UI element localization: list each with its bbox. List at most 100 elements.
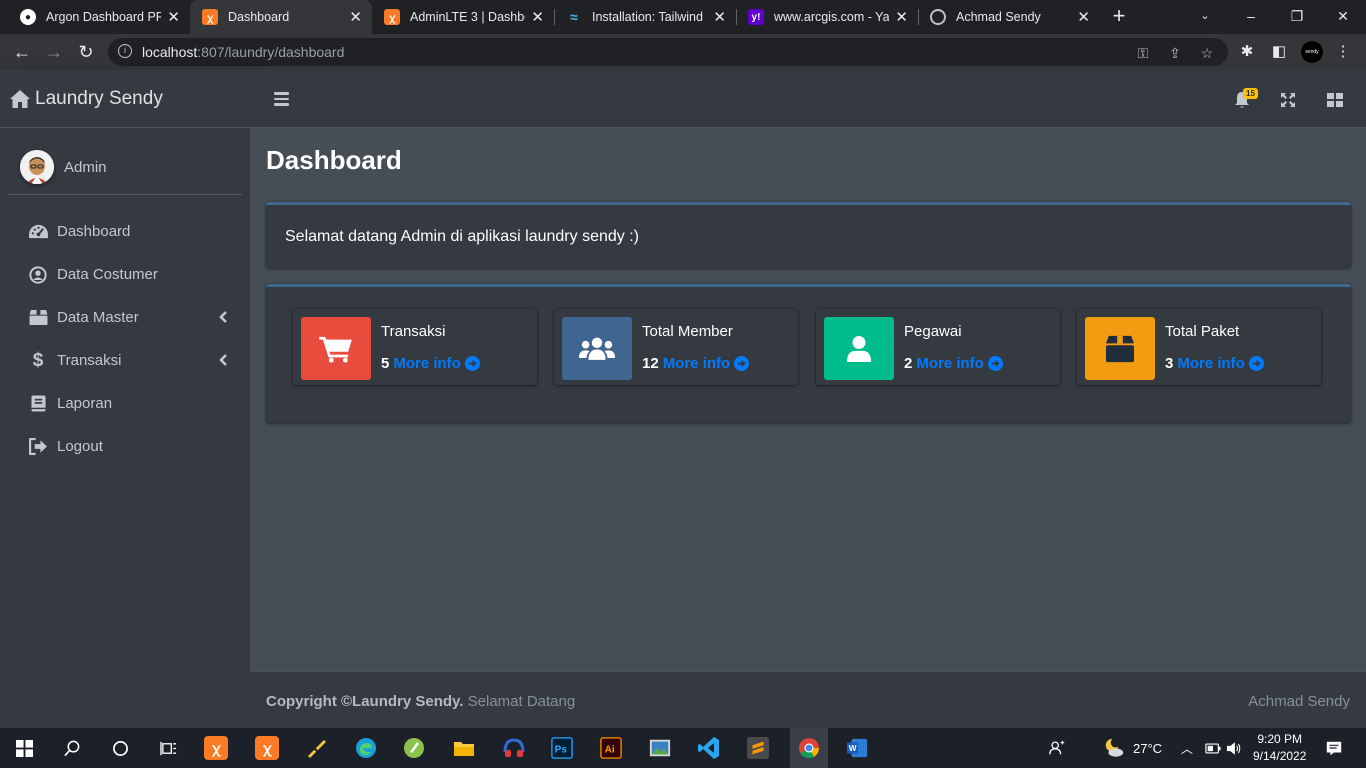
browser-tab[interactable]: ꭓ AdminLTE 3 | Dashboa ✕ (372, 0, 554, 34)
task-view-icon[interactable] (154, 734, 182, 762)
site-info-icon[interactable]: i (118, 44, 132, 58)
forward-icon[interactable]: → (42, 40, 66, 64)
extensions-icon[interactable]: ✱ (1237, 42, 1257, 62)
arrow-circle-right-icon[interactable] (987, 356, 1003, 371)
fullscreen-icon[interactable] (1278, 90, 1298, 110)
page-title: Dashboard (266, 145, 402, 175)
svg-text:Ps: Ps (555, 745, 568, 756)
battery-icon[interactable] (1205, 728, 1221, 768)
close-window-button[interactable]: ✕ (1320, 0, 1366, 34)
key-icon[interactable]: ⚿ (1134, 44, 1152, 62)
footer-author: Achmad Sendy (1248, 693, 1350, 710)
tab-title: Installation: Tailwind C (592, 10, 708, 24)
dollar-icon: $ (32, 349, 44, 371)
browser-tab[interactable]: ≈ Installation: Tailwind C ✕ (554, 0, 736, 34)
more-info-link[interactable]: More info (1177, 355, 1245, 372)
close-tab-icon[interactable]: ✕ (895, 8, 908, 26)
info-box-label: Total Member (642, 323, 733, 340)
user-panel[interactable]: Admin (8, 140, 242, 195)
notification-center-icon[interactable] (1325, 728, 1343, 768)
tachometer-icon (27, 222, 49, 242)
sidebar-item-label: Data Master (57, 309, 139, 326)
close-tab-icon[interactable]: ✕ (349, 8, 362, 26)
search-icon[interactable] (58, 734, 86, 762)
info-box-label: Total Paket (1165, 323, 1240, 340)
people-icon[interactable] (1048, 728, 1066, 768)
tab-search-icon[interactable]: ⌄ (1182, 0, 1228, 34)
url-text[interactable]: localhost:807/laundry/dashboard (142, 44, 344, 60)
sidebar: Laundry Sendy Admin Dashboard Data Costu… (0, 70, 250, 728)
show-hidden-icons[interactable]: ︿ (1181, 728, 1193, 768)
arrow-circle-right-icon[interactable] (464, 356, 480, 371)
xampp-icon[interactable]: ꭓ (204, 736, 228, 760)
minimize-button[interactable]: – (1228, 0, 1274, 34)
reload-icon[interactable]: ↻ (74, 40, 98, 64)
info-box-number-row: 12 More info (642, 355, 750, 372)
edge-icon[interactable] (352, 734, 380, 762)
profile-avatar[interactable]: sendy (1301, 41, 1323, 63)
more-info-link[interactable]: More info (393, 355, 461, 372)
cortana-icon[interactable] (106, 734, 134, 762)
more-info-link[interactable]: More info (916, 355, 984, 372)
tab-title: Dashboard (228, 10, 290, 24)
close-tab-icon[interactable]: ✕ (531, 8, 544, 26)
file-explorer-icon[interactable] (450, 734, 478, 762)
sidebar-item-data-costumer[interactable]: Data Costumer (8, 253, 242, 296)
bookmark-star-icon[interactable]: ☆ (1198, 44, 1216, 62)
yahoo-icon: y! (748, 9, 764, 25)
tailwind-icon: ≈ (570, 9, 578, 25)
control-sidebar-icon[interactable] (1325, 90, 1345, 110)
photoshop-icon[interactable]: Ps (548, 734, 576, 762)
sidebar-menu: Dashboard Data Costumer Data Master $ Tr… (8, 210, 242, 468)
browser-tab-active[interactable]: ꭓ Dashboard ✕ (190, 0, 372, 34)
close-tab-icon[interactable]: ✕ (1077, 8, 1090, 26)
windows-start-icon[interactable] (10, 734, 38, 762)
sidebar-item-label: Laporan (57, 395, 113, 412)
menu-kebab-icon[interactable]: ⋮ (1333, 42, 1353, 62)
user-name[interactable]: Admin (64, 159, 107, 176)
illustrator-icon[interactable]: Ai (597, 734, 625, 762)
info-box-count: 2 (904, 355, 913, 372)
close-tab-icon[interactable]: ✕ (167, 8, 180, 26)
headphones-app-icon[interactable] (500, 734, 528, 762)
side-panel-icon[interactable]: ◧ (1269, 42, 1289, 62)
new-tab-button[interactable]: + (1108, 4, 1130, 30)
book-icon (27, 394, 49, 414)
xampp-icon[interactable]: ꭓ (255, 736, 279, 760)
arrow-circle-right-icon[interactable] (734, 356, 750, 371)
tab-title: www.arcgis.com - Yah (774, 10, 890, 24)
system-clock[interactable]: 9:20 PM 9/14/2022 (1253, 731, 1306, 765)
back-icon[interactable]: ← (10, 40, 34, 64)
brand-text: Laundry Sendy (35, 87, 163, 109)
brand-link[interactable]: Laundry Sendy (0, 70, 250, 128)
volume-icon[interactable] (1226, 728, 1242, 768)
sidebar-item-dashboard[interactable]: Dashboard (8, 210, 242, 253)
info-box-number-row: 3 More info (1165, 355, 1264, 372)
weather-widget[interactable]: 27°C (1103, 728, 1162, 768)
browser-tab[interactable]: Achmad Sendy ✕ (918, 0, 1100, 34)
more-info-link[interactable]: More info (663, 355, 731, 372)
xampp-icon: ꭓ (384, 9, 400, 25)
info-box-count: 3 (1165, 355, 1174, 372)
restore-button[interactable]: ❐ (1274, 0, 1320, 34)
vscode-icon[interactable] (695, 734, 723, 762)
sublime-text-icon[interactable] (744, 734, 772, 762)
chrome-icon[interactable] (790, 728, 828, 768)
share-icon[interactable]: ⇪ (1166, 44, 1184, 62)
winscp-icon[interactable] (302, 734, 330, 762)
notepad-plus-icon[interactable] (400, 734, 428, 762)
sidebar-item-logout[interactable]: Logout (8, 425, 242, 468)
sidebar-item-transaksi[interactable]: $ Transaksi (8, 339, 242, 382)
close-tab-icon[interactable]: ✕ (713, 8, 726, 26)
sidebar-item-data-master[interactable]: Data Master (8, 296, 242, 339)
sidebar-item-laporan[interactable]: Laporan (8, 382, 242, 425)
hamburger-menu-icon[interactable] (274, 92, 289, 106)
arrow-circle-right-icon[interactable] (1248, 356, 1264, 371)
browser-tab[interactable]: ● Argon Dashboard PRO ✕ (8, 0, 190, 34)
word-icon[interactable]: W (843, 734, 871, 762)
address-bar[interactable]: i localhost:807/laundry/dashboard ⚿ ⇪ ☆ (108, 38, 1228, 66)
photos-icon[interactable] (646, 734, 674, 762)
browser-tab[interactable]: y! www.arcgis.com - Yah ✕ (736, 0, 918, 34)
info-box-total-member: Total Member 12 More info (554, 309, 798, 385)
globe-icon (930, 9, 946, 25)
